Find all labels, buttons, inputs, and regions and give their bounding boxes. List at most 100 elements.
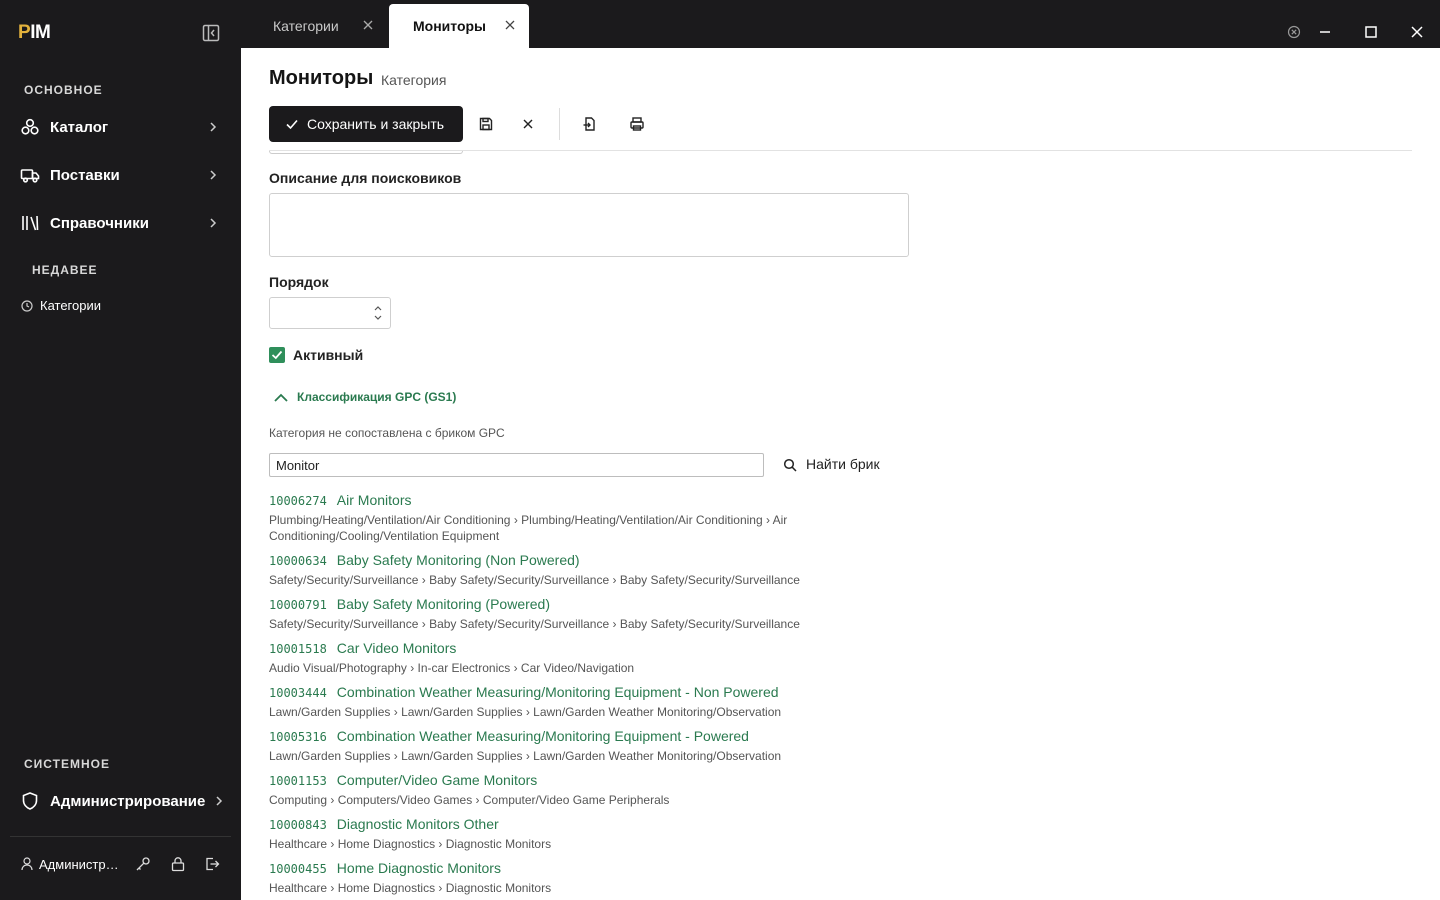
recent-item-label: Категории xyxy=(40,298,101,313)
recent-item-categories[interactable]: Категории xyxy=(0,296,241,316)
result-name-link[interactable]: Baby Safety Monitoring (Powered) xyxy=(337,596,550,612)
shield-icon xyxy=(22,792,38,810)
cancel-icon[interactable] xyxy=(520,116,536,132)
brick-search-input[interactable] xyxy=(269,453,764,477)
search-icon xyxy=(783,458,797,472)
top-bar: Категории Мониторы xyxy=(241,0,1440,48)
result-name-link[interactable]: Diagnostic Monitors Other xyxy=(337,816,499,832)
result-item[interactable]: 10000634 Baby Safety Monitoring (Non Powe… xyxy=(269,552,829,588)
result-code: 10000791 xyxy=(269,598,327,612)
main-content: Мониторы Категория Сохранить и закрыть О… xyxy=(241,48,1440,900)
toolbar-separator xyxy=(559,108,560,140)
result-path: Safety/Security/Surveillance › Baby Safe… xyxy=(269,617,800,631)
save-and-close-button[interactable]: Сохранить и закрыть xyxy=(269,106,463,142)
truck-icon xyxy=(20,169,40,183)
result-path: Audio Visual/Photography › In-car Electr… xyxy=(269,661,635,675)
result-name-link[interactable]: Combination Weather Measuring/Monitoring… xyxy=(337,728,749,744)
tab-monitors[interactable]: Мониторы xyxy=(389,4,529,48)
checkmark-icon xyxy=(271,350,283,360)
library-icon xyxy=(22,215,39,231)
save-icon[interactable] xyxy=(478,116,494,132)
user-icon xyxy=(21,857,33,871)
check-icon xyxy=(286,119,298,130)
chevron-right-icon xyxy=(210,170,217,180)
result-code: 10001153 xyxy=(269,774,327,788)
result-name-link[interactable]: Home Diagnostic Monitors xyxy=(337,860,501,876)
user-name[interactable]: Администратор xyxy=(39,857,121,872)
result-code: 10006274 xyxy=(269,494,327,508)
tab-label: Мониторы xyxy=(413,18,487,34)
result-item[interactable]: 10006274 Air Monitors Plumbing/Heating/Ve… xyxy=(269,492,829,544)
spin-up-icon[interactable] xyxy=(373,304,383,312)
user-row: Администратор xyxy=(0,852,241,878)
key-icon[interactable] xyxy=(135,856,151,872)
result-code: 10001518 xyxy=(269,642,327,656)
result-code: 10000843 xyxy=(269,818,327,832)
section-title-main: ОСНОВНОЕ xyxy=(24,83,103,97)
tab-categories[interactable]: Категории xyxy=(251,4,387,48)
close-window-icon[interactable] xyxy=(1410,25,1424,39)
lock-icon[interactable] xyxy=(170,856,186,872)
app-logo[interactable]: PIM xyxy=(18,22,51,44)
result-name-link[interactable]: Air Monitors xyxy=(337,492,412,508)
section-title-recent: НЕДАВЕЕ xyxy=(32,263,98,277)
collapse-sidebar-icon[interactable] xyxy=(202,24,220,42)
maximize-icon[interactable] xyxy=(1364,25,1378,39)
close-tab-icon[interactable] xyxy=(505,20,515,30)
chevron-right-icon xyxy=(210,218,217,228)
result-item[interactable]: 10003444 Combination Weather Measuring/Mo… xyxy=(269,684,829,720)
result-code: 10000455 xyxy=(269,862,327,876)
result-name-link[interactable]: Baby Safety Monitoring (Non Powered) xyxy=(337,552,580,568)
seo-description-textarea[interactable] xyxy=(269,193,909,257)
close-tab-icon[interactable] xyxy=(363,20,373,30)
result-name-link[interactable]: Car Video Monitors xyxy=(337,640,457,656)
result-path: Lawn/Garden Supplies › Lawn/Garden Suppl… xyxy=(269,705,782,719)
sidebar-item-label: Администрирование xyxy=(50,792,206,810)
chevron-up-icon xyxy=(274,393,288,402)
result-path: Safety/Security/Surveillance › Baby Safe… xyxy=(269,573,800,587)
export-icon[interactable] xyxy=(582,116,598,132)
sidebar-item-supplies[interactable]: Поставки xyxy=(0,155,241,195)
sidebar-item-label: Поставки xyxy=(50,166,120,184)
result-item[interactable]: 10000843 Diagnostic Monitors Other Health… xyxy=(269,816,829,852)
result-item[interactable]: 10001518 Car Video Monitors Audio Visual/… xyxy=(269,640,829,676)
catalog-icon xyxy=(21,118,39,135)
order-number-input[interactable] xyxy=(269,297,391,329)
result-name-link[interactable]: Combination Weather Measuring/Monitoring… xyxy=(337,684,779,700)
print-icon[interactable] xyxy=(629,116,645,132)
result-code: 10005316 xyxy=(269,730,327,744)
chevron-right-icon xyxy=(210,122,217,132)
sidebar: PIM ОСНОВНОЕ Каталог Поставки Справочник… xyxy=(0,0,241,900)
result-item[interactable]: 10005316 Combination Weather Measuring/Mo… xyxy=(269,728,829,764)
result-name-link[interactable]: Computer/Video Game Monitors xyxy=(337,772,538,788)
sidebar-item-catalog[interactable]: Каталог xyxy=(0,107,241,147)
active-label: Активный xyxy=(293,347,364,363)
clock-icon xyxy=(21,300,33,312)
sidebar-item-label: Справочники xyxy=(50,214,149,232)
order-label: Порядок xyxy=(269,274,329,290)
seo-description-label: Описание для поисковиков xyxy=(269,170,462,186)
result-item[interactable]: 10001153 Computer/Video Game Monitors Com… xyxy=(269,772,829,808)
result-path: Healthcare › Home Diagnostics › Diagnost… xyxy=(269,837,552,851)
find-brick-label: Найти брик xyxy=(806,456,880,472)
page-title: Мониторы xyxy=(269,67,374,89)
sidebar-item-administration[interactable]: Администрирование xyxy=(0,781,241,821)
active-checkbox[interactable] xyxy=(269,347,285,363)
sidebar-item-label: Каталог xyxy=(50,118,109,136)
spin-down-icon[interactable] xyxy=(373,314,383,322)
result-path: Plumbing/Heating/Ventilation/Air Conditi… xyxy=(269,513,788,543)
gpc-section-label: Классификация GPC (GS1) xyxy=(297,390,457,404)
previous-field-edge xyxy=(269,151,463,154)
result-code: 10003444 xyxy=(269,686,327,700)
section-title-system: СИСТЕМНОЕ xyxy=(24,757,110,771)
close-all-icon[interactable] xyxy=(1287,25,1301,39)
chevron-right-icon xyxy=(216,796,223,806)
logout-icon[interactable] xyxy=(204,856,220,872)
sidebar-item-references[interactable]: Справочники xyxy=(0,203,241,243)
result-item[interactable]: 10000791 Baby Safety Monitoring (Powered)… xyxy=(269,596,829,632)
minimize-icon[interactable] xyxy=(1318,25,1332,39)
gpc-status-note: Категория не сопоставлена с бриком GPC xyxy=(269,426,505,440)
result-path: Healthcare › Home Diagnostics › Diagnost… xyxy=(269,881,552,895)
result-code: 10000634 xyxy=(269,554,327,568)
result-item[interactable]: 10000455 Home Diagnostic Monitors Healthc… xyxy=(269,860,829,896)
